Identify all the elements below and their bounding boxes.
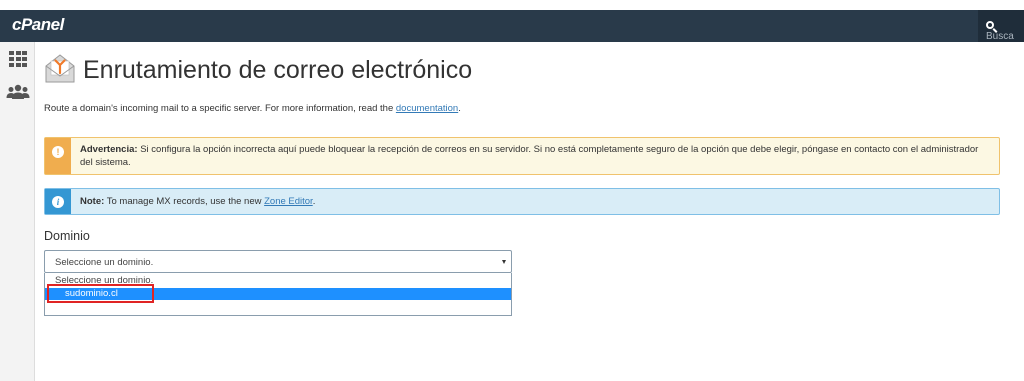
- domain-label: Dominio: [44, 229, 90, 243]
- note-label: Note:: [80, 196, 105, 207]
- warning-message: Si configura la opción incorrecta aquí p…: [80, 144, 979, 168]
- warning-strip: !: [45, 138, 71, 174]
- search-placeholder: Busca: [986, 31, 1014, 42]
- domain-select[interactable]: Seleccione un dominio.: [44, 250, 512, 273]
- domain-select-value: Seleccione un dominio.: [55, 257, 154, 268]
- warning-text: Advertencia: Si configura la opción inco…: [80, 144, 989, 169]
- warning-alert: ! Advertencia: Si configura la opción in…: [44, 137, 1000, 175]
- warning-label: Advertencia:: [80, 144, 138, 155]
- top-navbar: cPanel Busca: [0, 10, 1024, 42]
- info-alert: i Note: To manage MX records, use the ne…: [44, 188, 1000, 215]
- zone-editor-link[interactable]: Zone Editor: [264, 196, 313, 207]
- page-title: Enrutamiento de correo electrónico: [83, 56, 473, 84]
- note-suffix: .: [312, 196, 316, 207]
- exclamation-icon: !: [52, 146, 64, 158]
- sidebar: [0, 42, 35, 381]
- users-icon[interactable]: [6, 84, 30, 100]
- cpanel-logo[interactable]: cPanel: [12, 15, 64, 35]
- description-text: Route a domain's incoming mail to a spec…: [44, 103, 396, 114]
- page-description: Route a domain's incoming mail to a spec…: [44, 103, 461, 114]
- note-message: To manage MX records, use the new: [104, 196, 265, 207]
- description-suffix: .: [458, 103, 461, 114]
- top-strip: [0, 0, 1024, 10]
- search-icon[interactable]: [986, 21, 994, 29]
- annotation-highlight-box: [47, 284, 154, 303]
- chevron-down-icon: [502, 260, 506, 264]
- email-routing-icon: [45, 54, 75, 83]
- search-box[interactable]: Busca: [978, 10, 1024, 42]
- info-text: Note: To manage MX records, use the new …: [80, 196, 989, 209]
- documentation-link[interactable]: documentation: [396, 103, 458, 114]
- grid-apps-icon[interactable]: [9, 51, 27, 67]
- info-icon: i: [52, 196, 64, 208]
- info-strip: i: [45, 189, 71, 214]
